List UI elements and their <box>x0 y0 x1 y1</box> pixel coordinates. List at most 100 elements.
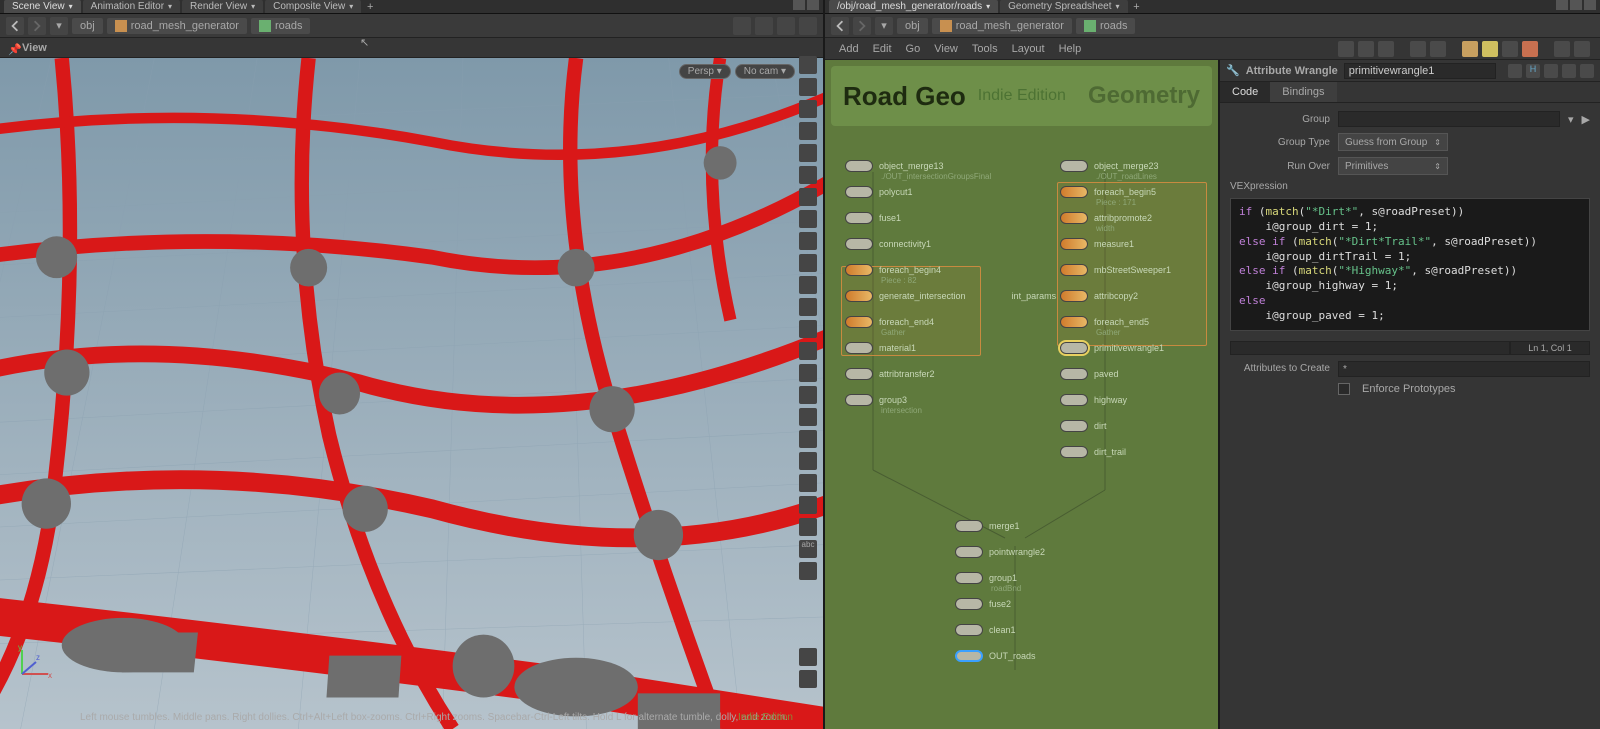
close-icon[interactable] <box>1584 0 1596 10</box>
breadcrumb-sub[interactable]: roads <box>1076 18 1136 34</box>
pin-icon[interactable] <box>733 17 751 35</box>
enforce-checkbox[interactable] <box>1338 383 1350 395</box>
menu-view[interactable]: View <box>930 41 962 57</box>
tab-code[interactable]: Code <box>1220 82 1270 102</box>
xray-icon[interactable] <box>799 298 817 316</box>
node-material1[interactable]: material1 <box>845 342 1015 354</box>
flat-icon[interactable] <box>799 496 817 514</box>
home-icon[interactable] <box>799 56 817 74</box>
search-icon[interactable] <box>1554 41 1570 57</box>
attach-tool-icon[interactable] <box>432 36 448 52</box>
abc-icon[interactable]: abc <box>799 540 817 558</box>
wrench-icon[interactable] <box>1338 41 1354 57</box>
pen-icon[interactable] <box>799 320 817 338</box>
cube-icon[interactable] <box>755 17 773 35</box>
nav-history-button[interactable]: ▾ <box>875 17 893 35</box>
menu-edit[interactable]: Edit <box>869 41 896 57</box>
select-tool-icon[interactable]: ↖ <box>360 36 376 52</box>
tab-render-view[interactable]: Render View ▾ <box>182 0 263 13</box>
network-box-header[interactable]: Road Geo Indie Edition Geometry <box>831 66 1212 126</box>
node-dirt_trail[interactable]: dirt_trail <box>1060 446 1220 458</box>
node-name-input[interactable] <box>1344 63 1496 79</box>
ghost-icon[interactable] <box>799 188 817 206</box>
node-pointwrangle2[interactable]: pointwrangle2 <box>955 546 1125 558</box>
menu-add[interactable]: Add <box>835 41 863 57</box>
node-clean1[interactable]: clean1 <box>955 624 1125 636</box>
node-foreach_begin5[interactable]: foreach_begin5Piece : 171 <box>1060 186 1220 198</box>
frame-icon[interactable] <box>799 78 817 96</box>
display-icon[interactable] <box>799 122 817 140</box>
lasso-tool-icon[interactable] <box>384 36 400 52</box>
align-icon[interactable] <box>1378 41 1394 57</box>
eraser-icon[interactable] <box>799 342 817 360</box>
camera-dropdown[interactable]: No cam ▾ <box>735 64 795 79</box>
node-dirt[interactable]: dirt <box>1060 420 1220 432</box>
menu-go[interactable]: Go <box>902 41 925 57</box>
box-icon[interactable] <box>1502 41 1518 57</box>
light-icon[interactable] <box>799 166 817 184</box>
smooth-icon[interactable] <box>799 518 817 536</box>
gear-icon[interactable] <box>777 17 795 35</box>
note2-icon[interactable] <box>1482 41 1498 57</box>
tab-scene-view[interactable]: Scene View ▾ <box>4 0 81 13</box>
breadcrumb-node[interactable]: road_mesh_generator <box>932 18 1072 34</box>
node-foreach_end4[interactable]: foreach_end4Gather <box>845 316 1015 328</box>
info-icon[interactable] <box>1562 64 1576 78</box>
node-fuse2[interactable]: fuse2 <box>955 598 1125 610</box>
menu-layout[interactable]: Layout <box>1008 41 1049 57</box>
node-paved[interactable]: paved <box>1060 368 1220 380</box>
node-highway[interactable]: highway <box>1060 394 1220 406</box>
flag-icon[interactable] <box>799 17 817 35</box>
node-connectivity1[interactable]: connectivity1 <box>845 238 1015 250</box>
node-attribtransfer2[interactable]: attribtransfer2 <box>845 368 1015 380</box>
group-dropdown-icon[interactable]: ▾ <box>1568 113 1574 126</box>
tab-anim-editor[interactable]: Animation Editor ▾ <box>83 0 180 13</box>
viewport-3d[interactable] <box>0 58 823 729</box>
grid1-icon[interactable] <box>1410 41 1426 57</box>
node-OUT_roads[interactable]: OUT_roads <box>955 650 1125 662</box>
note-icon[interactable] <box>1462 41 1478 57</box>
nav-fwd-button[interactable] <box>28 17 46 35</box>
pin-icon[interactable]: 📌 <box>8 43 18 53</box>
node-attribpromote2[interactable]: attribpromote2width <box>1060 212 1220 224</box>
node-polycut1[interactable]: polycut1 <box>845 186 1015 198</box>
node-measure1[interactable]: measure1 <box>1060 238 1220 250</box>
node-generate_intersection[interactable]: generate_intersectionint_params <box>845 290 1015 302</box>
construct-icon[interactable] <box>799 430 817 448</box>
attrs-input[interactable]: * <box>1338 361 1590 377</box>
group-select-icon[interactable]: ▶ <box>1582 113 1590 126</box>
hidden-icon[interactable] <box>799 474 817 492</box>
gear-icon[interactable] <box>1508 64 1522 78</box>
node-object_merge13[interactable]: object_merge13./OUT_intersectionGroupsFi… <box>845 160 1015 172</box>
minimize-icon[interactable] <box>793 0 805 10</box>
network-editor[interactable]: Road Geo Indie Edition Geometry <box>825 60 1220 729</box>
info-icon[interactable] <box>799 648 817 666</box>
node-group3[interactable]: group3intersection <box>845 394 1015 406</box>
breadcrumb-obj[interactable]: obj <box>897 18 928 34</box>
point-icon[interactable] <box>799 232 817 250</box>
node-primitivewrangle1[interactable]: primitivewrangle1 <box>1060 342 1220 354</box>
wireframe-icon[interactable] <box>799 452 817 470</box>
node-attribcopy2[interactable]: attribcopy2 <box>1060 290 1220 302</box>
h-icon[interactable]: H <box>1526 64 1540 78</box>
list-icon[interactable] <box>1358 41 1374 57</box>
nav-back-button[interactable] <box>6 17 24 35</box>
uv-icon[interactable] <box>799 276 817 294</box>
maximize-icon[interactable] <box>1570 0 1582 10</box>
breadcrumb-node[interactable]: road_mesh_generator <box>107 18 247 34</box>
help-icon[interactable] <box>1580 64 1594 78</box>
normal-icon[interactable] <box>799 254 817 272</box>
maximize-icon[interactable] <box>807 0 819 10</box>
group-type-dropdown[interactable]: Guess from Group⇕ <box>1338 133 1448 151</box>
tab-bindings[interactable]: Bindings <box>1270 82 1336 102</box>
wire-icon[interactable] <box>799 210 817 228</box>
scale-icon[interactable] <box>799 364 817 382</box>
tab-add-button[interactable]: + <box>363 0 377 13</box>
tab-composite-view[interactable]: Composite View ▾ <box>265 0 361 13</box>
nav-history-button[interactable]: ▾ <box>50 17 68 35</box>
nav-fwd-button[interactable] <box>853 17 871 35</box>
perspective-dropdown[interactable]: Persp ▾ <box>679 64 731 79</box>
box-tool-icon[interactable] <box>408 36 424 52</box>
minimize-icon[interactable] <box>1556 0 1568 10</box>
breadcrumb-obj[interactable]: obj <box>72 18 103 34</box>
